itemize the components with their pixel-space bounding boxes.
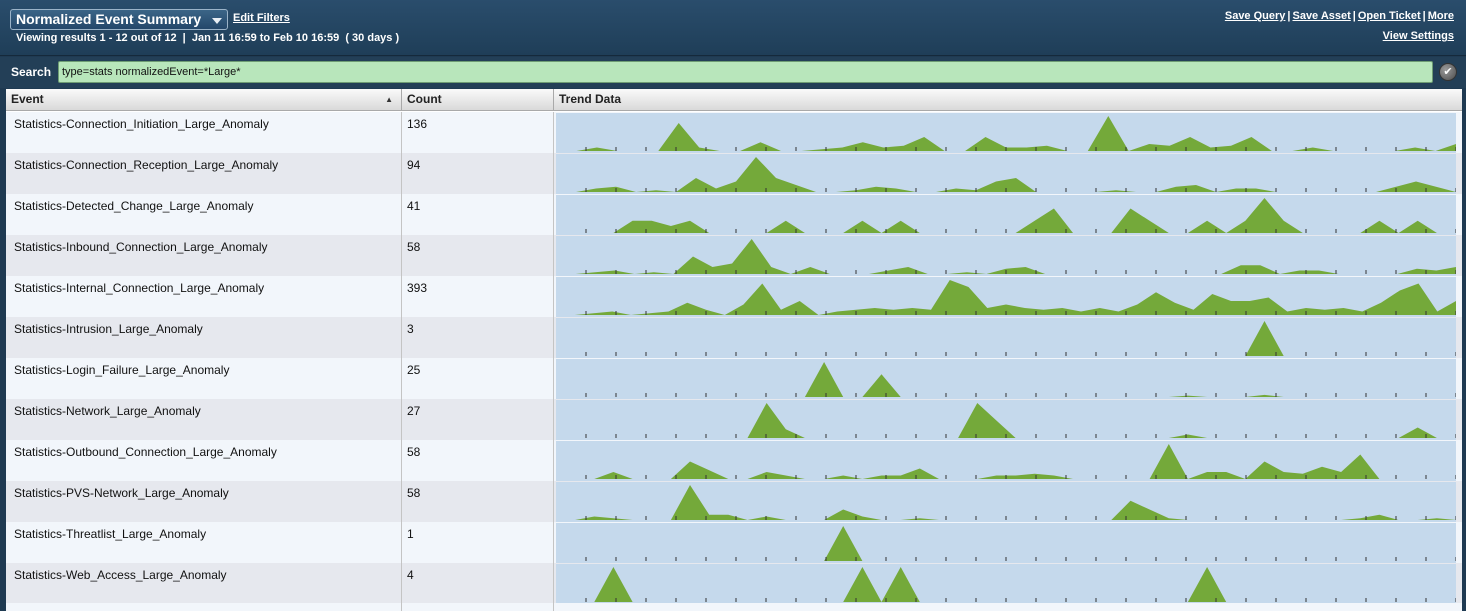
table-row[interactable]: Statistics-PVS-Network_Large_Anomaly 58 xyxy=(6,481,1462,522)
trend-sparkline xyxy=(556,441,1456,481)
trend-cell xyxy=(554,522,1462,563)
event-name: Statistics-Intrusion_Large_Anomaly xyxy=(6,317,402,358)
table-row[interactable]: Statistics-Connection_Reception_Large_An… xyxy=(6,153,1462,194)
trend-cell xyxy=(554,153,1462,194)
event-name: Statistics-Web_Access_Large_Anomaly xyxy=(6,563,402,604)
trend-sparkline xyxy=(556,195,1456,235)
trend-sparkline xyxy=(556,236,1456,276)
event-name: Statistics-Connection_Reception_Large_An… xyxy=(6,153,402,194)
toolbar-header: Normalized Event Summary Edit Filters Vi… xyxy=(0,0,1466,56)
event-count: 27 xyxy=(402,399,554,440)
table-row[interactable]: Statistics-Network_Large_Anomaly 27 xyxy=(6,399,1462,440)
trend-sparkline xyxy=(556,154,1456,194)
trend-sparkline xyxy=(556,277,1456,317)
trend-sparkline xyxy=(556,523,1456,563)
search-label: Search xyxy=(11,65,52,79)
checkmark-icon: ✔ xyxy=(1443,66,1453,78)
column-header-label: Count xyxy=(407,92,442,106)
separator: | xyxy=(1352,10,1356,22)
trend-cell xyxy=(554,399,1462,440)
trend-sparkline xyxy=(556,113,1456,153)
run-search-button[interactable]: ✔ xyxy=(1439,63,1457,81)
trend-cell xyxy=(554,276,1462,317)
trend-sparkline xyxy=(556,400,1456,440)
save-asset-link[interactable]: Save Asset xyxy=(1292,10,1350,22)
trend-cell xyxy=(554,440,1462,481)
trend-cell xyxy=(554,317,1462,358)
column-header-trend: Trend Data xyxy=(554,89,1462,111)
open-ticket-link[interactable]: Open Ticket xyxy=(1358,10,1421,22)
table-row[interactable]: Statistics-Connection_Initiation_Large_A… xyxy=(6,112,1462,153)
column-header-label: Event xyxy=(11,92,44,106)
table-row[interactable]: Statistics-Login_Failure_Large_Anomaly 25 xyxy=(6,358,1462,399)
event-name: Statistics-Outbound_Connection_Large_Ano… xyxy=(6,440,402,481)
event-count: 58 xyxy=(402,235,554,276)
event-count: 58 xyxy=(402,440,554,481)
table-row xyxy=(6,603,1462,611)
trend-cell xyxy=(554,235,1462,276)
table-row[interactable]: Statistics-Threatlist_Large_Anomaly 1 xyxy=(6,522,1462,563)
table-row[interactable]: Statistics-Outbound_Connection_Large_Ano… xyxy=(6,440,1462,481)
event-count: 136 xyxy=(402,112,554,153)
view-type-dropdown[interactable]: Normalized Event Summary xyxy=(10,9,228,30)
event-name: Statistics-Threatlist_Large_Anomaly xyxy=(6,522,402,563)
trend-cell xyxy=(554,112,1462,153)
separator: | xyxy=(1422,10,1426,22)
event-name: Statistics-Connection_Initiation_Large_A… xyxy=(6,112,402,153)
event-summary-table: Event ▲ Count Trend Data Statistics-Conn… xyxy=(6,89,1462,611)
table-row[interactable]: Statistics-Intrusion_Large_Anomaly 3 xyxy=(6,317,1462,358)
event-count: 41 xyxy=(402,194,554,235)
action-links: Save Query | Save Asset | Open Ticket | More xyxy=(1225,10,1454,22)
view-type-label: Normalized Event Summary xyxy=(16,11,202,27)
trend-sparkline xyxy=(556,359,1456,399)
event-count: 4 xyxy=(402,563,554,604)
column-header-label: Trend Data xyxy=(559,92,622,106)
event-name: Statistics-PVS-Network_Large_Anomaly xyxy=(6,481,402,522)
event-count: 393 xyxy=(402,276,554,317)
table-row[interactable]: Statistics-Internal_Connection_Large_Ano… xyxy=(6,276,1462,317)
save-query-link[interactable]: Save Query xyxy=(1225,10,1286,22)
trend-sparkline xyxy=(556,482,1456,522)
trend-cell xyxy=(554,481,1462,522)
trend-cell xyxy=(554,194,1462,235)
event-count: 3 xyxy=(402,317,554,358)
event-name: Statistics-Network_Large_Anomaly xyxy=(6,399,402,440)
table-row[interactable]: Statistics-Detected_Change_Large_Anomaly… xyxy=(6,194,1462,235)
search-input[interactable] xyxy=(58,61,1433,83)
trend-sparkline xyxy=(556,318,1456,358)
table-header: Event ▲ Count Trend Data xyxy=(6,89,1462,111)
results-summary: Viewing results 1 - 12 out of 12 | Jan 1… xyxy=(16,32,400,44)
edit-filters-link[interactable]: Edit Filters xyxy=(233,12,290,24)
search-bar: Search ✔ xyxy=(0,57,1466,88)
trend-cell xyxy=(554,358,1462,399)
more-link[interactable]: More xyxy=(1428,10,1454,22)
view-settings-link[interactable]: View Settings xyxy=(1383,30,1454,42)
event-count: 25 xyxy=(402,358,554,399)
event-name: Statistics-Login_Failure_Large_Anomaly xyxy=(6,358,402,399)
event-name: Statistics-Detected_Change_Large_Anomaly xyxy=(6,194,402,235)
event-count: 1 xyxy=(402,522,554,563)
chevron-down-icon xyxy=(212,18,222,24)
column-header-event[interactable]: Event ▲ xyxy=(6,89,402,111)
column-header-count[interactable]: Count xyxy=(402,89,554,111)
table-row[interactable]: Statistics-Inbound_Connection_Large_Anom… xyxy=(6,235,1462,276)
sort-ascending-icon: ▲ xyxy=(385,95,393,104)
table-row[interactable]: Statistics-Web_Access_Large_Anomaly 4 xyxy=(6,563,1462,604)
event-name: Statistics-Internal_Connection_Large_Ano… xyxy=(6,276,402,317)
trend-cell xyxy=(554,563,1462,604)
event-count: 58 xyxy=(402,481,554,522)
trend-sparkline xyxy=(556,564,1456,604)
event-count: 94 xyxy=(402,153,554,194)
event-name: Statistics-Inbound_Connection_Large_Anom… xyxy=(6,235,402,276)
